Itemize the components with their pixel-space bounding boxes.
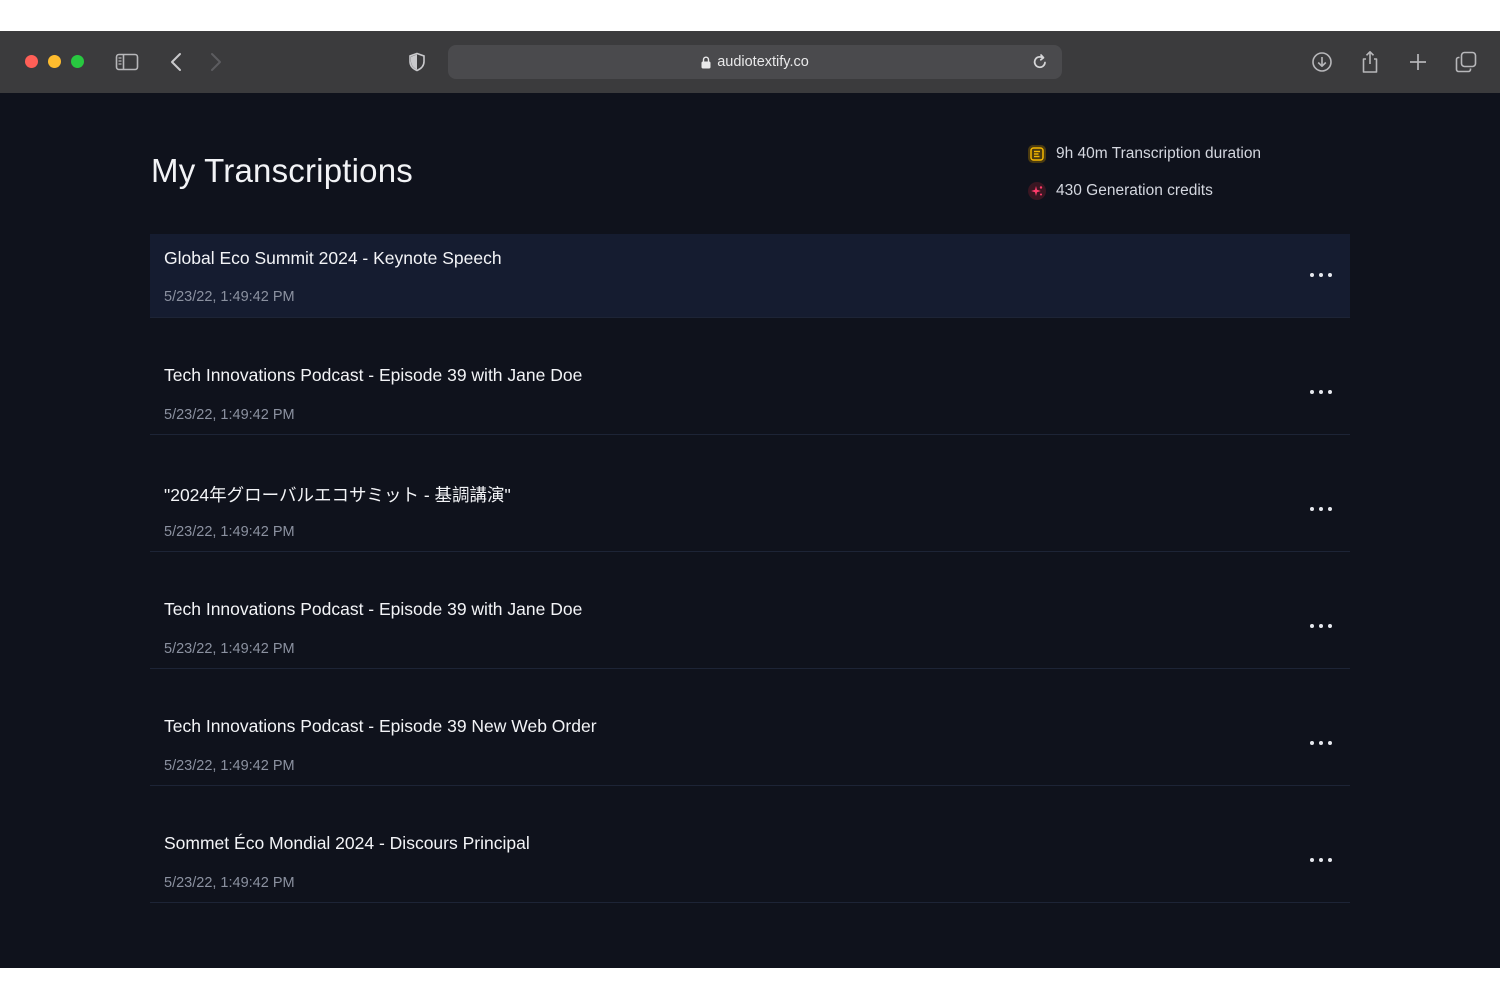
transcription-row[interactable]: Tech Innovations Podcast - Episode 39 wi…: [150, 552, 1350, 669]
transcription-row[interactable]: Tech Innovations Podcast - Episode 39 wi…: [150, 318, 1350, 435]
more-options-icon[interactable]: [1310, 502, 1332, 516]
close-window-button[interactable]: [25, 55, 38, 68]
page-title: My Transcriptions: [151, 152, 413, 189]
zoom-window-button[interactable]: [71, 55, 84, 68]
transcription-row[interactable]: "2024年グローバルエコサミット - 基調講演" 5/23/22, 1:49:…: [150, 435, 1350, 552]
download-icon[interactable]: [1309, 49, 1335, 75]
transcription-row[interactable]: Global Eco Summit 2024 - Keynote Speech …: [150, 234, 1350, 318]
reload-icon[interactable]: [1032, 53, 1048, 75]
transcription-date: 5/23/22, 1:49:42 PM: [164, 875, 295, 891]
credits-stat: 430 Generation credits: [1028, 180, 1261, 202]
shield-icon[interactable]: [404, 49, 430, 75]
more-options-icon[interactable]: [1310, 385, 1332, 399]
transcription-title: Sommet Éco Mondial 2024 - Discours Princ…: [164, 833, 530, 853]
url-text: audiotextify.co: [717, 54, 809, 70]
transcription-title: Global Eco Summit 2024 - Keynote Speech: [164, 248, 502, 268]
more-options-icon[interactable]: [1310, 619, 1332, 633]
transcription-date: 5/23/22, 1:49:42 PM: [164, 524, 295, 540]
plus-icon[interactable]: [1405, 49, 1431, 75]
browser-window: audiotextify.co My Transcriptions 9h 40m…: [0, 31, 1500, 968]
chevron-left-icon[interactable]: [163, 49, 189, 75]
share-icon[interactable]: [1357, 49, 1383, 75]
more-options-icon[interactable]: [1310, 736, 1332, 750]
transcription-date: 5/23/22, 1:49:42 PM: [164, 641, 295, 657]
lock-icon: [701, 55, 711, 69]
sidebar-icon[interactable]: [114, 49, 140, 75]
transcription-row[interactable]: Sommet Éco Mondial 2024 - Discours Princ…: [150, 786, 1350, 903]
transcription-row[interactable]: Tech Innovations Podcast - Episode 39 Ne…: [150, 669, 1350, 786]
usage-stats: 9h 40m Transcription duration 430 Genera…: [1028, 143, 1261, 217]
duration-label: 9h 40m Transcription duration: [1056, 145, 1262, 162]
more-options-icon[interactable]: [1310, 853, 1332, 867]
transcription-title: Tech Innovations Podcast - Episode 39 wi…: [164, 599, 583, 619]
transcription-list: Global Eco Summit 2024 - Keynote Speech …: [150, 234, 1350, 903]
browser-toolbar: audiotextify.co: [0, 31, 1500, 93]
address-bar[interactable]: audiotextify.co: [448, 45, 1062, 79]
tabs-overview-icon[interactable]: [1453, 49, 1479, 75]
sparkle-icon: [1028, 182, 1046, 200]
transcription-title: Tech Innovations Podcast - Episode 39 Ne…: [164, 716, 597, 736]
credits-label: 430 Generation credits: [1056, 182, 1213, 199]
minimize-window-button[interactable]: [48, 55, 61, 68]
transcription-date: 5/23/22, 1:49:42 PM: [164, 407, 295, 423]
transcription-title: "2024年グローバルエコサミット - 基調講演": [164, 485, 511, 505]
duration-stat: 9h 40m Transcription duration: [1028, 143, 1261, 165]
transcription-date: 5/23/22, 1:49:42 PM: [164, 289, 295, 305]
transcription-duration-icon: [1028, 145, 1046, 163]
more-options-icon[interactable]: [1310, 268, 1332, 282]
transcription-title: Tech Innovations Podcast - Episode 39 wi…: [164, 365, 583, 385]
transcription-date: 5/23/22, 1:49:42 PM: [164, 758, 295, 774]
chevron-right-icon[interactable]: [203, 49, 229, 75]
